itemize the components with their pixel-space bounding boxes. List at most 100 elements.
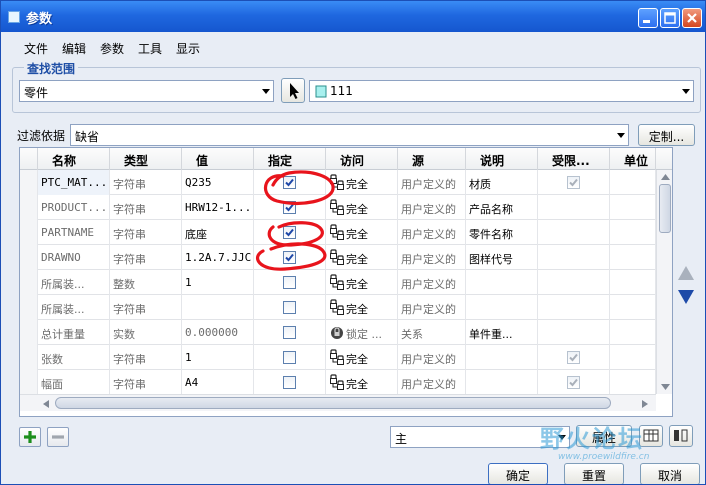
column-description[interactable]: 说明 xyxy=(466,148,538,170)
move-up-icon[interactable] xyxy=(678,266,694,280)
vertical-scroll-thumb[interactable] xyxy=(659,184,671,233)
cell-desc[interactable] xyxy=(466,370,538,395)
cell-access[interactable]: 完全 xyxy=(326,245,398,270)
cell-designated[interactable] xyxy=(254,345,326,370)
cell-type[interactable]: 字符串 xyxy=(110,195,182,220)
designated-checkbox[interactable] xyxy=(283,376,296,389)
cell-access[interactable]: 完全 xyxy=(326,220,398,245)
cell-value[interactable]: HRW12-1... xyxy=(182,195,254,220)
cell-restricted[interactable] xyxy=(538,220,610,245)
scroll-up-icon[interactable] xyxy=(661,174,670,180)
select-object-button[interactable] xyxy=(281,78,305,103)
title-bar[interactable]: 参数 xyxy=(1,1,705,32)
vertical-scrollbar[interactable] xyxy=(656,170,672,394)
menu-edit[interactable]: 编辑 xyxy=(62,40,86,57)
cell-restricted[interactable] xyxy=(538,295,610,320)
menu-file[interactable]: 文件 xyxy=(24,40,48,57)
cell-name[interactable]: 所属装... xyxy=(38,270,110,295)
cell-unit[interactable] xyxy=(610,195,656,220)
designated-checkbox[interactable] xyxy=(283,251,296,264)
cell-type[interactable]: 字符串 xyxy=(110,245,182,270)
cell-access[interactable]: 完全 xyxy=(326,195,398,220)
cell-desc[interactable]: 零件名称 xyxy=(466,220,538,245)
cell-type[interactable]: 字符串 xyxy=(110,170,182,195)
cell-desc[interactable]: 单件重... xyxy=(466,320,538,345)
column-unit[interactable]: 单位 xyxy=(610,148,656,170)
cell-source[interactable]: 用户定义的 xyxy=(398,220,466,245)
cell-desc[interactable]: 材质 xyxy=(466,170,538,195)
cell-type[interactable]: 字符串 xyxy=(110,370,182,395)
designated-checkbox[interactable] xyxy=(283,326,296,339)
column-source[interactable]: 源 xyxy=(398,148,466,170)
cell-source[interactable]: 用户定义的 xyxy=(398,345,466,370)
table-row[interactable]: 张数 字符串 1 完全 用户定义的 xyxy=(20,345,656,370)
cell-value[interactable]: Q235 xyxy=(182,170,254,195)
cell-unit[interactable] xyxy=(610,295,656,320)
cell-access[interactable]: 完全 xyxy=(326,270,398,295)
cell-restricted[interactable] xyxy=(538,370,610,395)
cell-designated[interactable] xyxy=(254,270,326,295)
row-selector[interactable] xyxy=(20,195,38,220)
table-row[interactable]: 总计重量 实数 0.000000 锁定 ... 关系 单件重... xyxy=(20,320,656,345)
cell-unit[interactable] xyxy=(610,370,656,395)
cell-type[interactable]: 字符串 xyxy=(110,220,182,245)
cell-restricted[interactable] xyxy=(538,270,610,295)
column-type[interactable]: 类型 xyxy=(110,148,182,170)
designated-checkbox[interactable] xyxy=(283,351,296,364)
cell-restricted[interactable] xyxy=(538,345,610,370)
cell-desc[interactable]: 产品名称 xyxy=(466,195,538,220)
sort-button[interactable] xyxy=(669,425,693,447)
cell-access[interactable]: 锁定 ... xyxy=(326,320,398,345)
designated-checkbox[interactable] xyxy=(283,226,296,239)
cell-source[interactable]: 用户定义的 xyxy=(398,195,466,220)
cell-designated[interactable] xyxy=(254,220,326,245)
view-select[interactable]: 主 xyxy=(390,426,570,448)
cell-value[interactable]: A4 xyxy=(182,370,254,395)
cancel-button[interactable]: 取消 xyxy=(640,463,700,484)
cell-name[interactable]: DRAWNO xyxy=(38,245,110,270)
scroll-down-icon[interactable] xyxy=(661,384,670,390)
cell-unit[interactable] xyxy=(610,245,656,270)
table-row[interactable]: PTC_MAT... 字符串 Q235 完全 用户定义的 材质 xyxy=(20,170,656,195)
maximize-button[interactable] xyxy=(660,8,680,28)
scroll-right-icon[interactable] xyxy=(642,400,648,408)
row-selector[interactable] xyxy=(20,295,38,320)
column-value[interactable]: 值 xyxy=(182,148,254,170)
move-down-icon[interactable] xyxy=(678,290,694,304)
designated-checkbox[interactable] xyxy=(283,176,296,189)
designated-checkbox[interactable] xyxy=(283,276,296,289)
table-row[interactable]: 幅面 字符串 A4 完全 用户定义的 xyxy=(20,370,656,395)
cell-desc[interactable] xyxy=(466,345,538,370)
cell-source[interactable]: 用户定义的 xyxy=(398,170,466,195)
scope-object-select[interactable]: 111 xyxy=(309,80,694,102)
row-selector[interactable] xyxy=(20,245,38,270)
cell-restricted[interactable] xyxy=(538,320,610,345)
cell-source[interactable]: 关系 xyxy=(398,320,466,345)
cell-access[interactable]: 完全 xyxy=(326,370,398,395)
cell-value[interactable]: 1 xyxy=(182,345,254,370)
add-parameter-button[interactable] xyxy=(19,427,41,447)
cell-source[interactable]: 用户定义的 xyxy=(398,370,466,395)
cell-designated[interactable] xyxy=(254,295,326,320)
customize-button[interactable]: 定制... xyxy=(638,124,695,146)
minimize-button[interactable] xyxy=(638,8,658,28)
cell-unit[interactable] xyxy=(610,320,656,345)
cell-restricted[interactable] xyxy=(538,195,610,220)
row-selector[interactable] xyxy=(20,345,38,370)
cell-access[interactable]: 完全 xyxy=(326,170,398,195)
cell-name[interactable]: 总计重量 xyxy=(38,320,110,345)
horizontal-scrollbar[interactable] xyxy=(20,394,656,411)
ok-button[interactable]: 确定 xyxy=(488,463,548,484)
cell-access[interactable]: 完全 xyxy=(326,295,398,320)
column-restricted[interactable]: 受限... xyxy=(538,148,610,170)
cell-unit[interactable] xyxy=(610,270,656,295)
cell-value[interactable]: 底座 xyxy=(182,220,254,245)
row-selector[interactable] xyxy=(20,270,38,295)
remove-parameter-button[interactable] xyxy=(47,427,69,447)
cell-unit[interactable] xyxy=(610,345,656,370)
cell-source[interactable]: 用户定义的 xyxy=(398,295,466,320)
cell-unit[interactable] xyxy=(610,170,656,195)
cell-type[interactable]: 字符串 xyxy=(110,295,182,320)
cell-restricted[interactable] xyxy=(538,245,610,270)
menu-display[interactable]: 显示 xyxy=(176,40,200,57)
